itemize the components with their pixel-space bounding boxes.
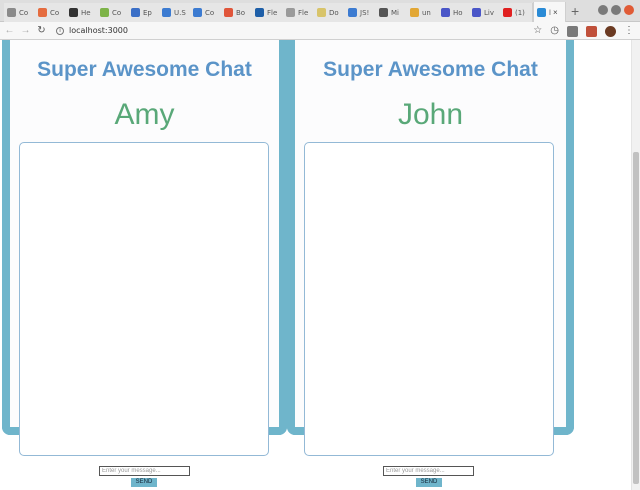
tab[interactable]: Co [190, 3, 223, 22]
tab[interactable]: Mi [376, 3, 409, 22]
favicon-icon [255, 8, 264, 17]
address-bar[interactable]: localhost:3000 [69, 26, 128, 35]
page-title: Super Awesome Chat [37, 58, 252, 81]
favicon-icon [162, 8, 171, 17]
tab[interactable]: Fle [252, 3, 285, 22]
window-controls [598, 5, 634, 15]
favicon-icon [379, 8, 388, 17]
history-icon[interactable]: ◷ [550, 25, 559, 37]
tab-title: Do [329, 8, 339, 17]
favicon-icon [503, 8, 512, 17]
tab-title: JS! [360, 8, 370, 17]
close-tab-icon[interactable]: × [553, 8, 558, 17]
tab-title: Co [205, 8, 215, 17]
tab[interactable]: He [66, 3, 99, 22]
tab[interactable]: Co [4, 3, 37, 22]
forward-icon[interactable]: → [19, 25, 32, 36]
chat-messages-amy[interactable] [19, 142, 269, 456]
tab-title: Mi [391, 8, 399, 17]
tab[interactable]: Liv [469, 3, 502, 22]
bookmark-star-icon[interactable]: ☆ [533, 25, 542, 37]
tab-title: Fle [298, 8, 309, 17]
favicon-icon [472, 8, 481, 17]
reload-icon[interactable]: ↻ [35, 25, 48, 36]
tab[interactable]: Ep [128, 3, 161, 22]
maximize-button[interactable] [611, 5, 621, 15]
menu-icon[interactable]: ⋮ [624, 25, 634, 37]
tab-title: Liv [484, 8, 494, 17]
tab[interactable]: Fle [283, 3, 316, 22]
tab-title: l [549, 8, 551, 17]
page-title: Super Awesome Chat [323, 58, 538, 81]
favicon-icon [317, 8, 326, 17]
tab-title: (1) [515, 8, 525, 17]
page-content: Super Awesome Chat Amy Super Awesome Cha… [0, 40, 640, 490]
favicon-icon [69, 8, 78, 17]
send-button[interactable]: SEND [131, 478, 157, 487]
tab[interactable]: Do [314, 3, 347, 22]
close-window-button[interactable] [624, 5, 634, 15]
new-tab-button[interactable]: + [571, 3, 579, 19]
tab[interactable]: JS! [345, 3, 378, 22]
tab-title: U.S [174, 8, 186, 17]
tab[interactable]: Ho [438, 3, 471, 22]
username-heading: Amy [114, 98, 175, 131]
username-heading: John [397, 98, 464, 131]
tab[interactable]: Co [97, 3, 130, 22]
favicon-icon [410, 8, 419, 17]
send-button[interactable]: SEND [416, 478, 442, 487]
extension-icon[interactable] [586, 25, 597, 37]
tab[interactable]: Bo [221, 3, 254, 22]
favicon-icon [38, 8, 47, 17]
info-icon[interactable]: i [56, 26, 64, 35]
favicon-icon [286, 8, 295, 17]
favicon-icon [131, 8, 140, 17]
tab-title: He [81, 8, 91, 17]
message-input[interactable] [99, 466, 190, 476]
tab-title: Ho [453, 8, 463, 17]
browser-tabstrip: Co Co He Co Ep U.S Co Bo Fle Fle Do JS! Mi un Ho Liv (1)… [0, 0, 640, 23]
tab-title: Bo [236, 8, 246, 17]
tab-title: Co [112, 8, 122, 17]
back-icon[interactable]: ← [3, 25, 16, 36]
tab-title: Ep [143, 8, 152, 17]
message-input[interactable] [383, 466, 474, 476]
favicon-icon [348, 8, 357, 17]
favicon-icon [537, 8, 546, 17]
chat-messages-john[interactable] [304, 142, 554, 456]
toolbar-actions: ☆ ◷ ⋮ [533, 25, 634, 37]
tab-title: Co [19, 8, 29, 17]
tab[interactable]: U.S [159, 3, 192, 22]
tab[interactable]: Co [35, 3, 68, 22]
page-scrollbar[interactable] [631, 40, 640, 490]
extension-icon[interactable] [567, 25, 578, 37]
tab-title: Fle [267, 8, 278, 17]
tab[interactable]: (1) [500, 3, 533, 22]
favicon-icon [7, 8, 16, 17]
tab[interactable]: un [407, 3, 440, 22]
browser-toolbar: ← → ↻ i localhost:3000 ☆ ◷ ⋮ [0, 22, 640, 40]
avatar[interactable] [605, 25, 616, 37]
tab-title: Co [50, 8, 60, 17]
tab-active[interactable]: l × [533, 2, 566, 23]
favicon-icon [100, 8, 109, 17]
favicon-icon [193, 8, 202, 17]
minimize-button[interactable] [598, 5, 608, 15]
scrollbar-thumb[interactable] [633, 152, 639, 484]
favicon-icon [224, 8, 233, 17]
tab-title: un [422, 8, 431, 17]
favicon-icon [441, 8, 450, 17]
